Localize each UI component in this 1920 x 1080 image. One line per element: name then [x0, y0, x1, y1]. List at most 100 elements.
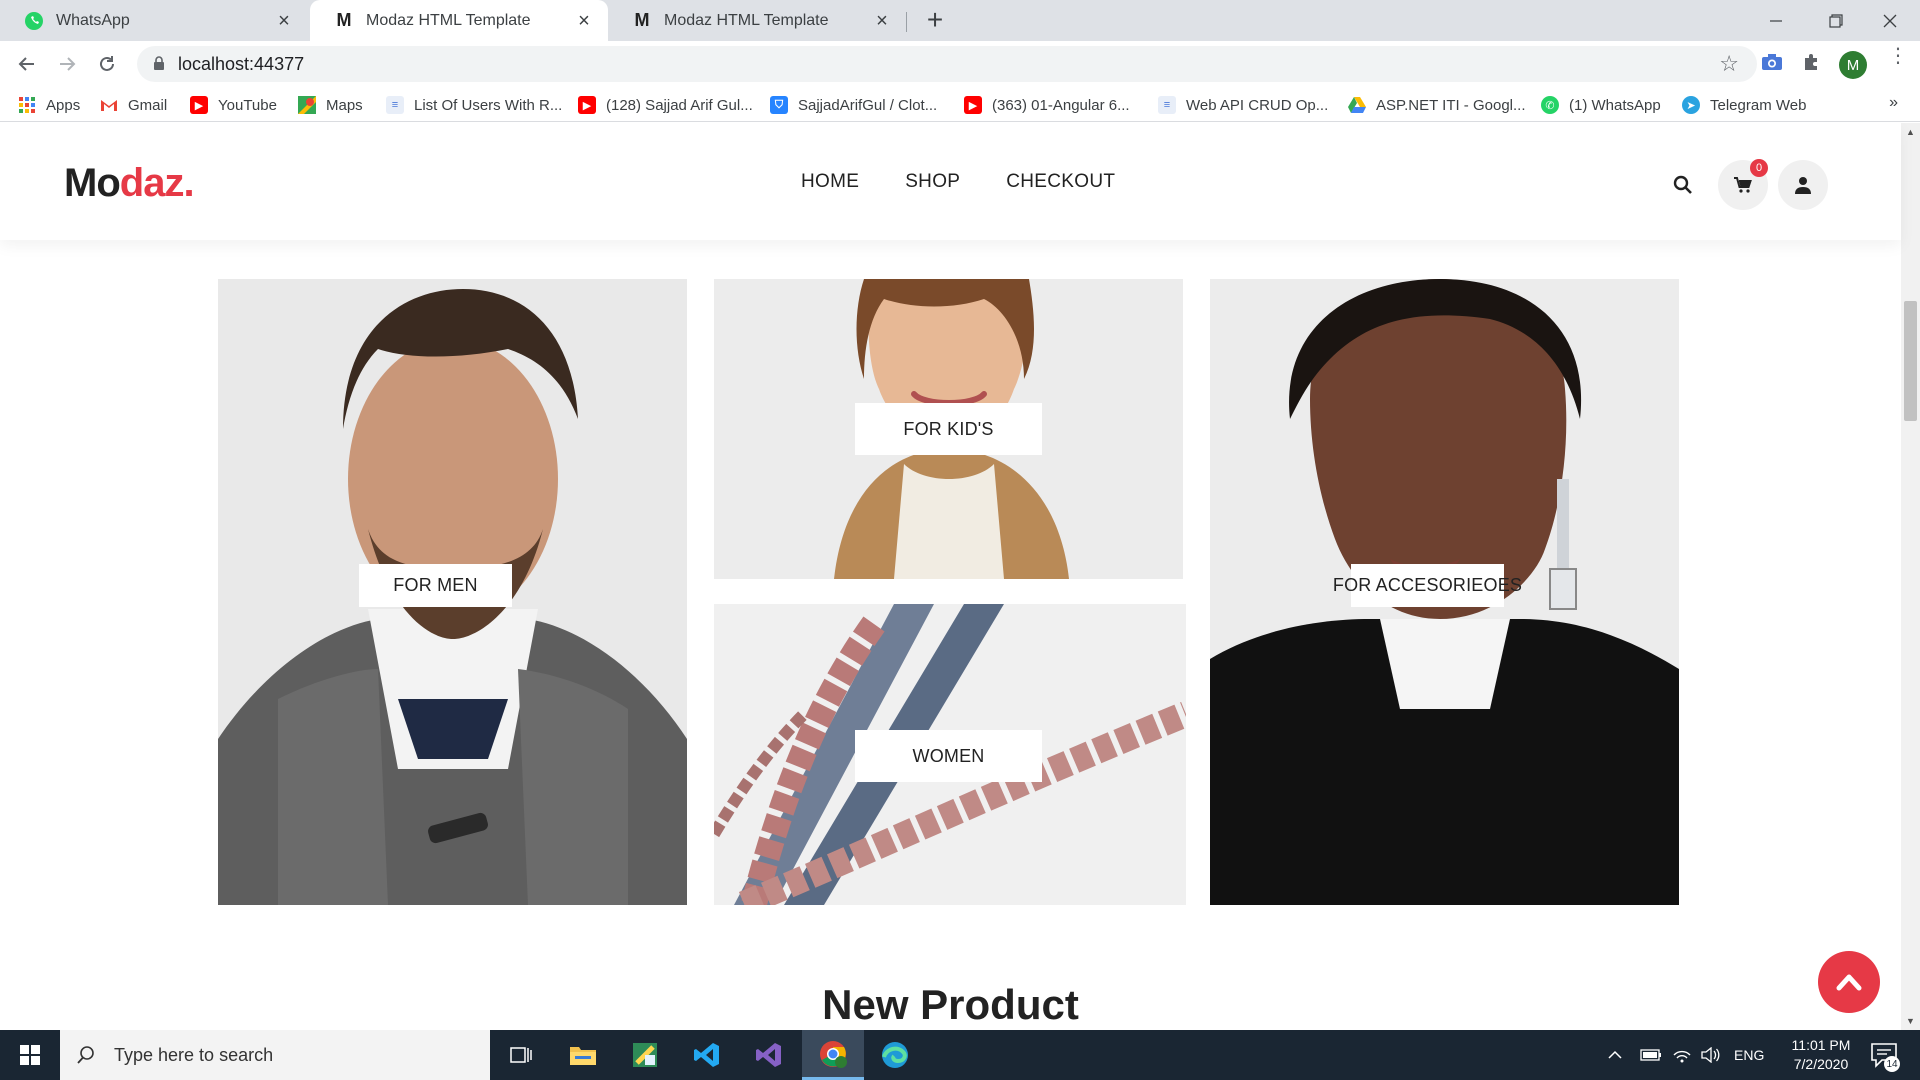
tab-title: WhatsApp [56, 11, 130, 29]
close-window-button[interactable] [1860, 0, 1920, 41]
bookmark-bitbucket[interactable]: ⛉ SajjadArifGul / Clot... [770, 94, 937, 116]
bookmark-maps[interactable]: Maps [298, 94, 363, 116]
youtube-icon: ▶ [578, 96, 596, 114]
bookmark-youtube[interactable]: ▶ YouTube [190, 94, 277, 116]
section-title-new-product: New Product [822, 981, 1079, 1028]
forward-button[interactable] [52, 49, 82, 79]
whatsapp-icon [24, 11, 44, 31]
site-logo[interactable]: Modaz. [64, 161, 195, 206]
restore-button[interactable] [1806, 0, 1866, 41]
bookmark-angular-youtube[interactable]: ▶ (363) 01-Angular 6... [964, 94, 1130, 116]
language-indicator[interactable]: ENG [1734, 1030, 1764, 1080]
banner-label-women: WOMEN [855, 730, 1042, 782]
search-icon [77, 1046, 94, 1064]
bookmark-label: Gmail [128, 96, 168, 114]
page-icon: ≡ [386, 96, 404, 114]
banner-men[interactable]: FOR MEN [218, 279, 687, 905]
tab-modaz-active[interactable]: M Modaz HTML Template × [310, 0, 608, 41]
taskbar-file-explorer[interactable] [552, 1030, 614, 1080]
gmail-icon [100, 96, 118, 114]
bookmark-gmail[interactable]: Gmail [100, 94, 167, 116]
search-icon[interactable] [1658, 160, 1708, 210]
modaz-m-icon: M [336, 10, 352, 30]
chrome-menu-icon[interactable]: ⋮ [1888, 46, 1908, 76]
tab-separator [906, 12, 907, 32]
clock-time: 11:01 PM [1791, 1037, 1851, 1053]
bookmarks-bar: Apps Gmail ▶ YouTube Maps ≡ List Of User… [0, 88, 1920, 122]
chevron-up-icon [1836, 974, 1862, 991]
bookmark-list-of-users[interactable]: ≡ List Of Users With R... [386, 94, 562, 116]
tab-whatsapp[interactable]: WhatsApp × [0, 0, 308, 41]
bookmark-label: SajjadArifGul / Clot... [798, 96, 938, 114]
bookmark-whatsapp[interactable]: ✆ (1) WhatsApp [1541, 94, 1661, 116]
windows-start-button[interactable] [0, 1030, 60, 1080]
close-icon[interactable]: × [872, 11, 892, 31]
user-account-button[interactable] [1778, 160, 1828, 210]
app-icon [633, 1043, 657, 1067]
page-viewport: Modaz. HOME SHOP CHECKOUT 0 FOR MEN FOR … [0, 123, 1920, 1030]
bookmark-web-api[interactable]: ≡ Web API CRUD Op... [1158, 94, 1328, 116]
taskbar-search-box[interactable]: Type here to search [60, 1030, 490, 1080]
task-view-button[interactable] [490, 1030, 552, 1080]
page-scrollbar[interactable]: ▲ ▼ [1901, 123, 1920, 1030]
edge-icon [882, 1042, 908, 1068]
scroll-down-arrow[interactable]: ▼ [1905, 1016, 1916, 1026]
chevron-up-icon [1608, 1050, 1622, 1059]
scroll-up-arrow[interactable]: ▲ [1905, 127, 1916, 137]
bookmark-google-drive[interactable]: ASP.NET ITI - Googl... [1348, 94, 1526, 116]
profile-avatar[interactable]: M [1839, 51, 1867, 79]
nav-checkout[interactable]: CHECKOUT [1006, 171, 1115, 193]
wifi-icon[interactable] [1672, 1030, 1692, 1080]
chrome-icon [820, 1040, 847, 1068]
bookmarks-overflow-button[interactable]: » [1889, 94, 1898, 112]
camera-extension-icon[interactable] [1758, 48, 1786, 76]
taskbar-app-editor[interactable] [614, 1030, 676, 1080]
close-icon[interactable]: × [574, 11, 594, 31]
bookmark-label: (1) WhatsApp [1569, 96, 1661, 114]
bookmark-sajjad-youtube[interactable]: ▶ (128) Sajjad Arif Gul... [578, 94, 753, 116]
scrollbar-thumb[interactable] [1904, 301, 1917, 421]
system-clock[interactable]: 11:01 PM 7/2/2020 [1766, 1036, 1876, 1074]
site-header: Modaz. HOME SHOP CHECKOUT 0 [0, 123, 1901, 240]
minimize-button[interactable] [1746, 0, 1806, 41]
banner-label-men: FOR MEN [359, 564, 512, 607]
banner-label-accessories: FOR ACCESORIEOES [1333, 564, 1522, 607]
tray-overflow-chevron[interactable] [1607, 1030, 1623, 1080]
bookmark-label: ASP.NET ITI - Googl... [1376, 96, 1526, 114]
bookmark-label: (363) 01-Angular 6... [992, 96, 1130, 114]
address-bar[interactable]: localhost:44377 ☆ [137, 46, 1757, 82]
volume-icon[interactable] [1700, 1030, 1720, 1080]
bookmark-label: Apps [46, 96, 81, 114]
nav-shop[interactable]: SHOP [905, 171, 960, 193]
modaz-m-icon: M [634, 10, 650, 30]
banner-accessories[interactable]: FOR ACCESORIEOES [1210, 279, 1679, 905]
url-text: localhost:44377 [178, 54, 305, 74]
cart-count-badge: 0 [1750, 159, 1768, 177]
bookmark-apps[interactable]: Apps [18, 94, 80, 116]
reload-button[interactable] [92, 49, 122, 79]
clock-date: 7/2/2020 [1793, 1056, 1849, 1072]
taskbar-edge[interactable] [864, 1030, 926, 1080]
banner-women[interactable]: WOMEN [714, 604, 1186, 905]
new-tab-button[interactable]: + [920, 6, 950, 36]
taskbar-chrome[interactable] [802, 1030, 864, 1080]
taskbar-visual-studio[interactable] [738, 1030, 800, 1080]
bookmark-star-icon[interactable]: ☆ [1719, 51, 1739, 77]
bookmark-telegram[interactable]: ➤ Telegram Web [1682, 94, 1806, 116]
bitbucket-icon: ⛉ [770, 96, 788, 114]
notification-count-badge: 14 [1884, 1056, 1900, 1072]
task-view-icon [510, 1047, 532, 1063]
extensions-puzzle-icon[interactable] [1798, 48, 1826, 76]
logo-main-text: Mo [64, 161, 121, 205]
telegram-icon: ➤ [1682, 96, 1700, 114]
scroll-to-top-button[interactable] [1818, 951, 1880, 1013]
tab-modaz[interactable]: M Modaz HTML Template × [608, 0, 906, 41]
close-icon[interactable]: × [274, 11, 294, 31]
battery-icon[interactable] [1640, 1030, 1662, 1080]
nav-home[interactable]: HOME [801, 171, 859, 193]
bookmark-label: (128) Sajjad Arif Gul... [606, 96, 753, 114]
banner-kids[interactable]: FOR KID'S [714, 279, 1183, 579]
back-button[interactable] [12, 49, 42, 79]
taskbar-vscode[interactable] [676, 1030, 738, 1080]
vscode-icon [694, 1043, 719, 1067]
